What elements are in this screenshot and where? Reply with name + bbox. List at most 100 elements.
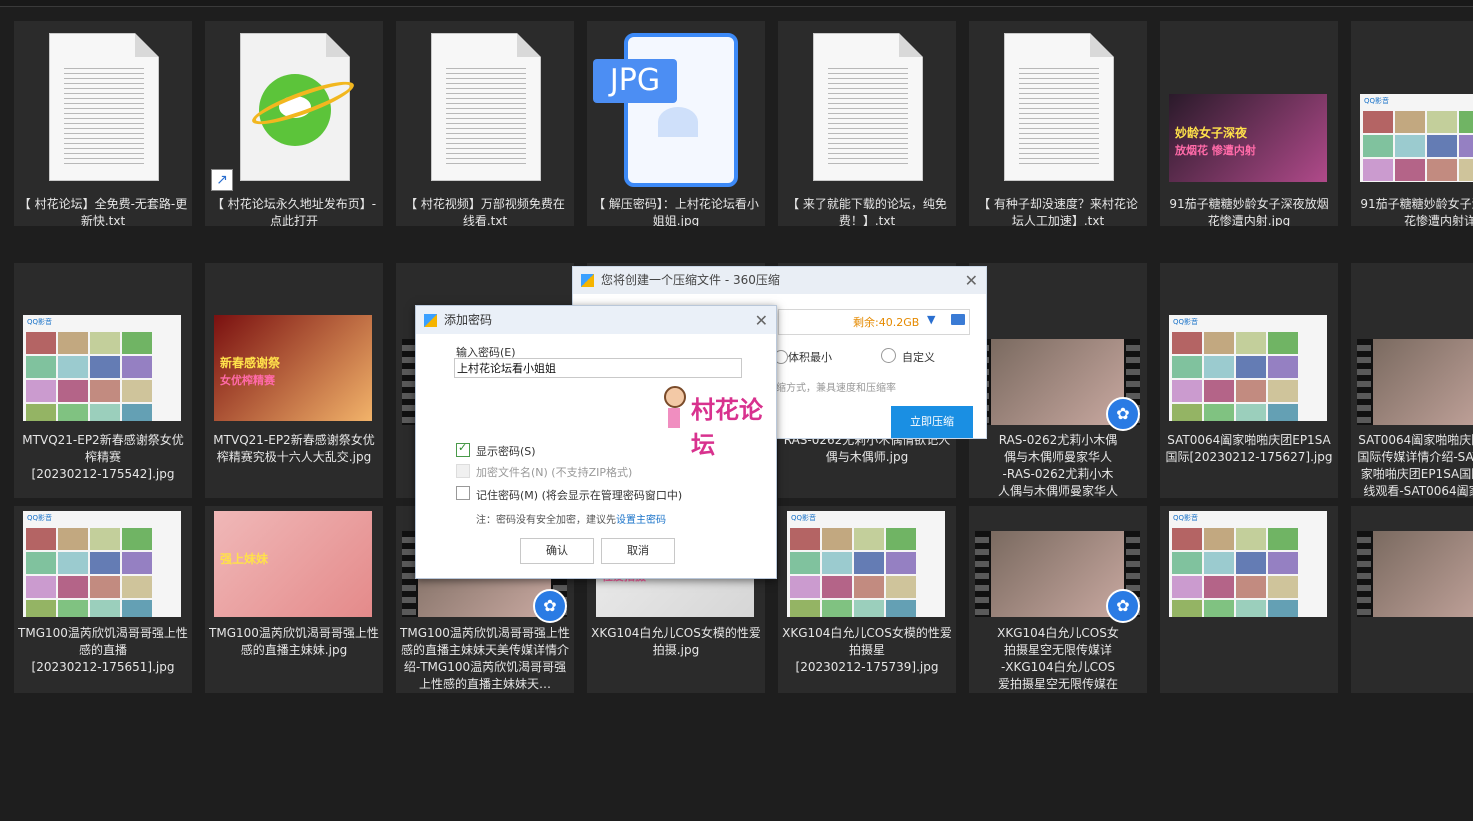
qq-player-logo: QQ影音 — [27, 318, 53, 326]
file-tile[interactable]: QQ影音 91茄子糖糖妙龄女子深夜放烟花惨遭内射详 [20230212-17553 — [1351, 21, 1473, 226]
checkmark-icon: ✓ — [458, 441, 468, 454]
file-name: RAS-0262尤莉小木偶 偶与木偶师曼家华人 -RAS-0262尤莉小木 人偶… — [997, 433, 1118, 498]
chevron-down-icon[interactable]: ▼ — [927, 313, 935, 326]
poster-subtitle: 女优榨精赛 — [220, 374, 275, 387]
close-icon[interactable]: ✕ — [755, 307, 768, 335]
jpg-file-icon — [624, 33, 738, 187]
qq-player-logo: QQ影音 — [27, 514, 53, 522]
file-name: 【 来了就能下载的论坛，纯免费！】.txt — [787, 197, 947, 226]
file-tile[interactable]: QQ影音 MTVQ21-EP2新春感谢祭女优榨精赛 [20230212-17554… — [14, 263, 192, 498]
folder-icon[interactable] — [951, 314, 965, 325]
contact-sheet-image: QQ影音 — [23, 315, 181, 421]
file-tile[interactable]: QQ影音 TMG100温芮欣饥渴哥哥强上性感的直播 [20230212-17565… — [14, 506, 192, 693]
file-name: 91茄子糖糖妙龄女子深夜放烟花惨遭内射.jpg — [1169, 197, 1329, 226]
file-name: TMG100温芮欣饥渴哥哥强上性感的直播主妹妹天美传媒详情介绍-TMG100温芮… — [400, 626, 570, 691]
file-name: XKG104白允儿COS女模的性爱拍摄星 [20230212-175739].j… — [782, 626, 952, 674]
show-password-label: 显示密码(S) — [476, 445, 536, 458]
poster-subtitle: 放烟花 惨遭内射 — [1175, 144, 1256, 157]
contact-sheet-image: QQ影音 — [1169, 511, 1327, 617]
cancel-button[interactable]: 取消 — [601, 538, 675, 564]
qq-video-player-icon: ✿ — [533, 589, 567, 623]
file-tile[interactable]: 【 村花视频】万部视频免费在线看.txt — [396, 21, 574, 226]
set-master-password-link[interactable]: 设置主密码 — [616, 515, 666, 526]
contact-sheet-image: QQ影音 — [23, 511, 181, 617]
qq-player-logo: QQ影音 — [1173, 318, 1199, 326]
file-name: TMG100温芮欣饥渴哥哥强上性感的直播 [20230212-175651].j… — [18, 626, 188, 674]
file-tile[interactable]: 【 有种子却没速度？来村花论坛人工加速】.txt — [969, 21, 1147, 226]
file-tile[interactable]: 【 村花论坛】全免费-无套路-更新快.txt — [14, 21, 192, 226]
file-name: SAT0064阖家啪啪庆团EP1SA国际[20230212-175627].jp… — [1165, 433, 1333, 464]
file-name: 【 村花视频】万部视频免费在线看.txt — [405, 197, 565, 226]
text-file-icon — [49, 33, 159, 181]
file-tile[interactable]: ✿ — [1351, 506, 1473, 693]
file-tile[interactable]: QQ影音 XKG104白允儿COS女模的性爱拍摄星 [20230212-17573… — [778, 506, 956, 693]
file-tile[interactable]: QQ影音 — [1160, 506, 1338, 693]
poster-title: 新春感谢祭 — [220, 356, 281, 370]
contact-sheet-image: QQ影音 — [1169, 315, 1327, 421]
password-dialog-title: 添加密码 — [444, 313, 493, 327]
text-file-icon — [431, 33, 541, 181]
file-tile[interactable]: JPG 【 解压密码】：上村花论坛看小姐姐.jpg — [587, 21, 765, 226]
video-filmstrip — [1357, 531, 1473, 617]
radio-custom[interactable] — [881, 348, 896, 363]
compress-dialog-title: 您将创建一个压缩文件 - 360压缩 — [601, 273, 780, 287]
text-file-icon — [813, 33, 923, 181]
password-dialog-title-bar: 添加密码 ✕ — [416, 306, 776, 334]
file-tile[interactable]: ✿ XKG104白允儿COS女 拍摄星空无限传媒详 -XKG104白允儿COS 爱… — [969, 506, 1147, 693]
poster-title: 妙龄女子深夜 — [1175, 126, 1248, 140]
ok-button[interactable]: 确认 — [520, 538, 594, 564]
shortcut-arrow-icon: ↗ — [211, 169, 233, 191]
file-name: XKG104白允儿COS女 拍摄星空无限传媒详 -XKG104白允儿COS 爱拍… — [997, 626, 1119, 691]
file-tile[interactable]: 强上妹妹 TMG100温芮欣饥渴哥哥强上性感的直播主妹妹.jpg — [205, 506, 383, 693]
note-text: 注：密码没有安全加密，建议先设置主密码 — [476, 511, 666, 526]
file-name: 【 村花论坛】全免费-无套路-更新快.txt — [18, 197, 188, 226]
poster-image: 强上妹妹 — [214, 511, 372, 617]
file-tile[interactable]: 【 来了就能下载的论坛，纯免费！】.txt — [778, 21, 956, 226]
option-custom-label: 自定义 — [902, 351, 935, 364]
show-password-checkbox[interactable]: ✓ — [456, 441, 470, 457]
option-smallest-label: 体积最小 — [788, 351, 832, 364]
file-name: SAT0064阖家啪啪庆团EP1SA国际传媒详情介绍-SAT0064阖家啪啪庆团… — [1357, 433, 1473, 498]
close-icon[interactable]: ✕ — [965, 267, 978, 294]
watermark-text: 村花论坛 — [691, 395, 763, 459]
text-file-icon — [1004, 33, 1114, 181]
poster-title: 强上妹妹 — [220, 552, 269, 566]
qq-video-player-icon: ✿ — [1106, 397, 1140, 431]
file-tile[interactable]: ✿SAT0064阖家啪啪庆团EP1SA国际传媒详情介绍-SAT0064阖家啪啪庆… — [1351, 263, 1473, 498]
qq-player-logo: QQ影音 — [1364, 97, 1390, 105]
remember-password-checkbox[interactable] — [456, 486, 470, 500]
password-dialog: 添加密码 ✕ 输入密码(E) 村花论坛 ✓ 显示密码(S) 加密文件名(N) (… — [415, 305, 777, 579]
file-tile[interactable]: 新春感谢祭女优榨精赛 MTVQ21-EP2新春感谢祭女优榨精赛究极十六人大乱交.j… — [205, 263, 383, 498]
qq-player-logo: QQ影音 — [791, 514, 817, 522]
file-tile[interactable]: ↗ 【 村花论坛永久地址发布页】-点此打开 — [205, 21, 383, 226]
contact-sheet-image: QQ影音 — [1360, 94, 1473, 182]
file-name: 91茄子糖糖妙龄女子深夜放烟花惨遭内射详 [20230212-17553 — [1360, 197, 1473, 226]
remember-password-label: 记住密码(M) (将会显示在管理密码窗口中) — [476, 489, 683, 502]
mascot-avatar — [664, 386, 686, 430]
file-name: MTVQ21-EP2新春感谢祭女优榨精赛 [20230212-175542].j… — [22, 433, 184, 481]
file-name: TMG100温芮欣饥渴哥哥强上性感的直播主妹妹.jpg — [209, 626, 379, 657]
contact-sheet-image: QQ影音 — [787, 511, 945, 617]
note-prefix: 注：密码没有安全加密，建议先 — [476, 515, 616, 526]
file-tile[interactable]: 妙龄女子深夜 放烟花 惨遭内射 91茄子糖糖妙龄女子深夜放烟花惨遭内射.jpg — [1160, 21, 1338, 226]
encrypt-filenames-checkbox — [456, 464, 470, 478]
poster-image: 妙龄女子深夜 放烟花 惨遭内射 — [1169, 94, 1327, 182]
file-tile[interactable]: ✿ RAS-0262尤莉小木偶 偶与木偶师曼家华人 -RAS-0262尤莉小木 人… — [969, 263, 1147, 498]
poster-image: 新春感谢祭女优榨精赛 — [214, 315, 372, 421]
file-name: XKG104白允儿COS女模的性爱拍摄.jpg — [591, 626, 761, 657]
app-360-icon — [424, 314, 437, 327]
app-360-icon — [581, 274, 594, 287]
file-name: MTVQ21-EP2新春感谢祭女优榨精赛究极十六人大乱交.jpg — [213, 433, 375, 464]
file-name: 【 解压密码】：上村花论坛看小姐姐.jpg — [593, 197, 759, 226]
compress-hint: 缩方式，兼具速度和压缩率 — [776, 383, 896, 394]
free-space-label: 剩余:40.2GB — [853, 316, 920, 329]
encrypt-filenames-label: 加密文件名(N) (不支持ZIP格式) — [476, 466, 633, 479]
password-input[interactable] — [454, 358, 742, 378]
free-space-field[interactable]: 剩余:40.2GB ▼ — [778, 309, 970, 335]
file-name: RAS-0262尤莉小木偶情欲记人偶与木偶师.jpg — [783, 433, 951, 464]
file-tile[interactable]: QQ影音 SAT0064阖家啪啪庆团EP1SA国际[20230212-175627… — [1160, 263, 1338, 498]
compress-dialog-title-bar: 您将创建一个压缩文件 - 360压缩 ✕ — [573, 267, 986, 294]
video-filmstrip — [1357, 339, 1473, 425]
qq-video-player-icon: ✿ — [1106, 589, 1140, 623]
compress-now-button[interactable]: 立即压缩 — [891, 406, 973, 438]
